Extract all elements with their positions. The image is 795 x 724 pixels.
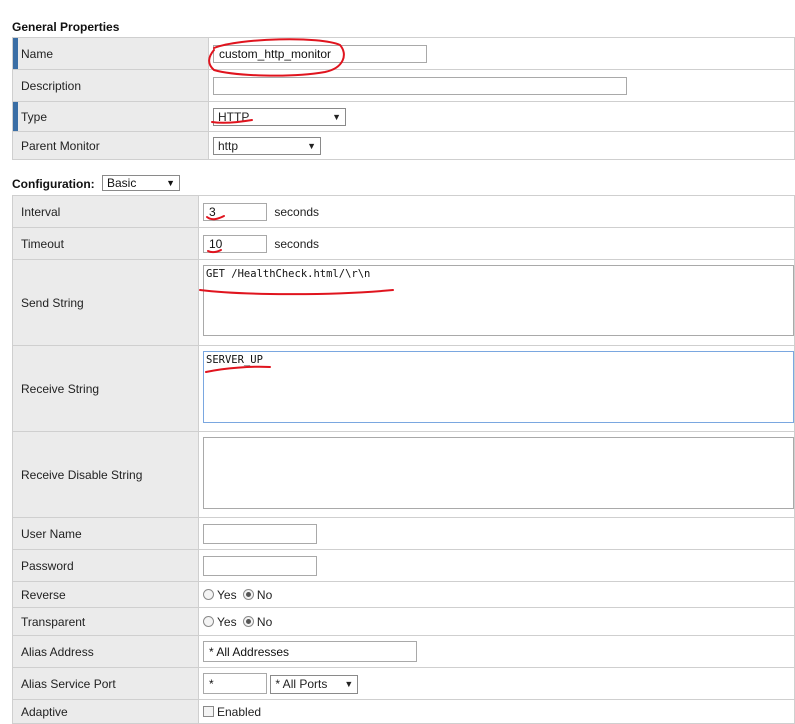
- row-receive-string: Receive String SERVER_UP: [12, 345, 795, 432]
- row-receive-disable-string: Receive Disable String: [12, 431, 795, 518]
- receive-disable-string-label: Receive Disable String: [12, 431, 199, 518]
- user-name-input[interactable]: [203, 523, 317, 544]
- configuration-title: Configuration: Basic ▼: [12, 175, 180, 193]
- row-timeout: Timeout seconds: [12, 227, 795, 260]
- reverse-yes-radio[interactable]: [203, 589, 214, 601]
- name-input[interactable]: [213, 44, 427, 63]
- configuration-label: Configuration:: [12, 177, 95, 192]
- send-string-textarea[interactable]: GET /HealthCheck.html/\r\n: [203, 265, 794, 336]
- description-label: Description: [12, 69, 209, 102]
- row-alias-address: Alias Address: [12, 635, 795, 668]
- parent-monitor-select[interactable]: http ▼: [213, 136, 321, 155]
- interval-unit: seconds: [274, 204, 320, 219]
- reverse-label: Reverse: [12, 581, 199, 608]
- chevron-down-icon: ▼: [344, 679, 354, 690]
- row-password: Password: [12, 549, 795, 582]
- alias-service-port-select[interactable]: * All Ports ▼: [270, 674, 359, 694]
- name-label: Name: [12, 37, 209, 70]
- receive-string-textarea[interactable]: SERVER_UP: [203, 351, 794, 423]
- configuration-mode-value: Basic: [107, 176, 137, 190]
- reverse-no-radio[interactable]: [242, 589, 254, 601]
- reverse-no-label: No: [256, 587, 273, 602]
- row-transparent: Transparent Yes No: [12, 607, 795, 636]
- chevron-down-icon: ▼: [307, 140, 316, 151]
- user-name-label: User Name: [12, 517, 199, 550]
- reverse-yes-label: Yes: [217, 587, 237, 602]
- alias-address-label: Alias Address: [12, 635, 199, 668]
- configuration-mode-select[interactable]: Basic ▼: [102, 175, 180, 191]
- timeout-unit: seconds: [274, 236, 320, 251]
- transparent-yes-label: Yes: [217, 614, 237, 629]
- receive-string-label: Receive String: [12, 345, 199, 432]
- type-select-value: HTTP: [218, 109, 250, 124]
- transparent-label: Transparent: [12, 607, 199, 636]
- chevron-down-icon: ▼: [332, 111, 341, 122]
- parent-monitor-value: http: [218, 138, 239, 153]
- row-adaptive: Adaptive Enabled: [12, 699, 795, 724]
- chevron-down-icon: ▼: [166, 178, 175, 188]
- transparent-no-radio[interactable]: [242, 616, 254, 628]
- general-properties-title: General Properties: [12, 20, 120, 34]
- row-reverse: Reverse Yes No: [12, 581, 795, 608]
- type-label: Type: [12, 101, 209, 132]
- adaptive-enabled-checkbox[interactable]: [203, 706, 214, 718]
- alias-service-port-label: Alias Service Port: [12, 667, 199, 700]
- adaptive-label: Adaptive: [12, 699, 199, 724]
- row-user-name: User Name: [12, 517, 795, 550]
- configuration-table: Interval seconds Timeout seconds Send St…: [12, 195, 795, 724]
- row-parent-monitor: Parent Monitor http ▼: [12, 131, 795, 160]
- row-send-string: Send String GET /HealthCheck.html/\r\n: [12, 259, 795, 346]
- timeout-label: Timeout: [12, 227, 199, 260]
- interval-input[interactable]: [203, 202, 267, 221]
- alias-address-input[interactable]: [203, 641, 417, 662]
- alias-service-port-input[interactable]: [203, 673, 267, 694]
- row-description: Description: [12, 69, 795, 102]
- alias-service-port-select-value: * All Ports: [275, 677, 328, 692]
- timeout-input[interactable]: [203, 234, 267, 253]
- row-alias-service-port: Alias Service Port * All Ports ▼: [12, 667, 795, 700]
- password-label: Password: [12, 549, 199, 582]
- adaptive-enabled-label: Enabled: [217, 704, 262, 719]
- send-string-label: Send String: [12, 259, 199, 346]
- transparent-no-label: No: [256, 614, 273, 629]
- row-name: Name: [12, 37, 795, 70]
- general-properties-table: Name Description Type HTTP ▼ Parent Moni…: [12, 37, 795, 160]
- description-input[interactable]: [213, 76, 627, 95]
- transparent-yes-radio[interactable]: [203, 616, 214, 628]
- password-input[interactable]: [203, 555, 317, 576]
- type-select[interactable]: HTTP ▼: [213, 107, 346, 126]
- interval-label: Interval: [12, 195, 199, 228]
- row-interval: Interval seconds: [12, 195, 795, 228]
- row-type: Type HTTP ▼: [12, 101, 795, 132]
- receive-disable-string-textarea[interactable]: [203, 437, 794, 509]
- parent-monitor-label: Parent Monitor: [12, 131, 209, 160]
